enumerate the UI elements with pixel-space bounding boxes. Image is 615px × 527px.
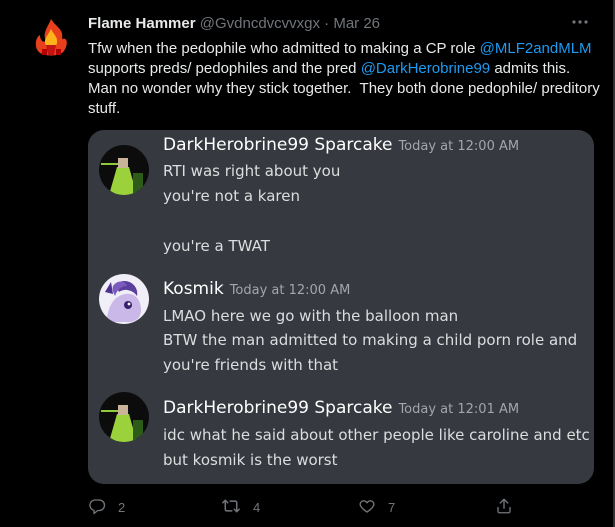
share-icon xyxy=(495,497,513,518)
discord-author-name: DarkHerobrine99 Sparcake xyxy=(163,398,393,418)
discord-timestamp: Today at 12:00 AM xyxy=(229,283,351,298)
retweet-icon xyxy=(221,497,241,518)
discord-message-line: you're a TWAT xyxy=(163,237,270,255)
discord-message-line: but kosmik is the worst xyxy=(163,451,338,469)
discord-message-author: Kosmik Today at 12:00 AM xyxy=(163,279,350,299)
reply-button[interactable]: 2 xyxy=(88,497,125,518)
discord-message-line: RTI was right about you xyxy=(163,162,341,180)
share-button[interactable] xyxy=(495,497,513,518)
attached-image[interactable]: DarkHerobrine99 Sparcake Today at 12:00 A… xyxy=(88,130,594,484)
discord-avatar xyxy=(99,274,149,324)
author-display-name[interactable]: Flame Hammer xyxy=(88,15,196,32)
like-icon xyxy=(358,497,376,518)
tweet-text: Tfw when the pedophile who admitted to m… xyxy=(88,39,603,119)
more-options-icon[interactable] xyxy=(568,12,592,32)
retweet-count: 4 xyxy=(253,500,261,515)
reply-icon xyxy=(88,497,106,518)
mention-link[interactable]: @DarkHerobrine99 xyxy=(361,60,490,77)
retweet-button[interactable]: 4 xyxy=(221,497,260,518)
header-separator: · xyxy=(324,15,330,32)
author-handle[interactable]: @Gvdncdvcvvxgx xyxy=(200,15,320,32)
discord-timestamp: Today at 12:00 AM xyxy=(398,139,520,154)
reply-count: 2 xyxy=(118,500,126,515)
discord-message-line: idc what he said about other people like… xyxy=(163,426,590,444)
discord-author-name: Kosmik xyxy=(163,279,224,299)
discord-avatar xyxy=(99,145,149,195)
discord-timestamp: Today at 12:01 AM xyxy=(398,402,520,417)
discord-avatar xyxy=(99,392,149,442)
discord-message-line: you're not a karen xyxy=(163,187,300,205)
like-count: 7 xyxy=(388,500,396,515)
tweet-text-part: Tfw when the pedophile who admitted to m… xyxy=(88,40,480,57)
tweet-header: Flame Hammer @Gvdncdvcvvxgx · Mar 26 xyxy=(88,14,380,34)
discord-author-name: DarkHerobrine99 Sparcake xyxy=(163,135,393,155)
tweet-date[interactable]: Mar 26 xyxy=(333,15,380,32)
discord-message-line: LMAO here we go with the balloon man xyxy=(163,307,459,325)
discord-message-author: DarkHerobrine99 Sparcake Today at 12:00 A… xyxy=(163,135,519,155)
like-button[interactable]: 7 xyxy=(358,497,395,518)
tweet-action-bar: 2 4 7 xyxy=(88,497,603,519)
discord-message-author: DarkHerobrine99 Sparcake Today at 12:01 A… xyxy=(163,398,519,418)
mention-link[interactable]: @MLF2andMLM xyxy=(480,40,592,57)
discord-message-line: BTW the man admitted to making a child p… xyxy=(163,331,578,349)
author-avatar[interactable] xyxy=(28,15,74,61)
discord-message-line: you're friends with that xyxy=(163,356,339,374)
